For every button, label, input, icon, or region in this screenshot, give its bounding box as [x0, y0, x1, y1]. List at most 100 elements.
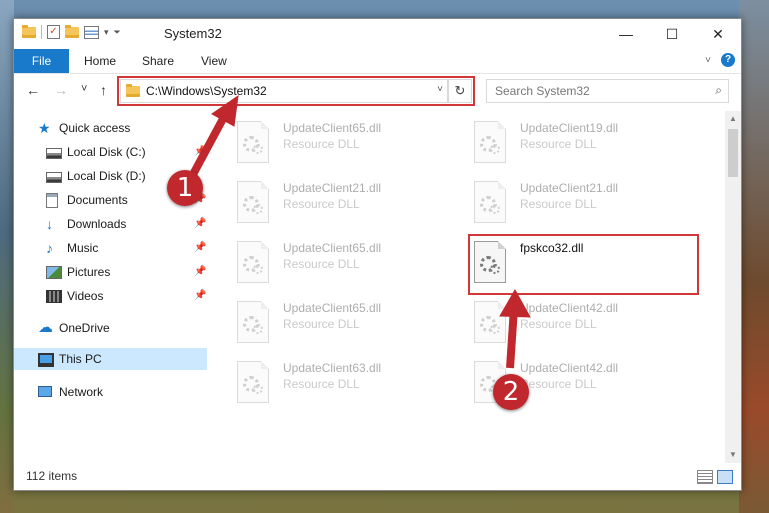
desktop-background-right — [739, 0, 769, 513]
file-name: UpdateClient63.dll — [283, 361, 382, 375]
sidebar-item-onedrive[interactable]: ☁ OneDrive — [14, 317, 207, 339]
step-1-badge: 1 — [167, 170, 203, 206]
videos-icon — [46, 290, 62, 303]
maximize-button[interactable]: ☐ — [649, 19, 695, 49]
dll-file-icon — [474, 301, 506, 343]
tab-file[interactable]: File — [14, 49, 69, 73]
pin-icon: 📌 — [194, 146, 207, 157]
file-type: Resource DLL — [283, 257, 360, 271]
file-item[interactable]: UpdateClient21.dll Resource DLL — [211, 177, 431, 227]
file-item[interactable]: UpdateClient42.dll Resource DLL — [448, 297, 668, 347]
dll-file-icon — [474, 241, 506, 283]
new-folder-icon[interactable] — [65, 24, 79, 38]
file-item[interactable]: UpdateClient42.dll Resource DLL — [448, 357, 668, 407]
sidebar-item-label: This PC — [59, 352, 102, 366]
minimize-button[interactable]: — — [603, 19, 649, 49]
sidebar-item-videos[interactable]: Videos 📌 — [14, 285, 207, 307]
details-view-icon[interactable] — [697, 470, 713, 484]
view-properties-icon[interactable] — [84, 25, 99, 39]
file-type: Resource DLL — [520, 377, 597, 391]
address-path[interactable]: C:\Windows\System32 — [146, 84, 267, 98]
file-item[interactable]: UpdateClient65.dll Resource DLL — [211, 237, 431, 287]
file-name: UpdateClient42.dll — [520, 301, 619, 315]
refresh-button[interactable]: ↻ — [448, 79, 472, 103]
scrollbar-thumb[interactable] — [728, 129, 738, 177]
file-item[interactable]: UpdateClient21.dll Resource DLL — [448, 177, 668, 227]
scroll-up-icon[interactable]: ▲ — [725, 111, 741, 127]
address-bar[interactable]: C:\Windows\System32 ˅ — [120, 79, 448, 103]
file-type: Resource DLL — [283, 137, 360, 151]
scroll-down-icon[interactable]: ▼ — [725, 447, 741, 463]
sidebar-item-label: Network — [59, 385, 104, 399]
close-button[interactable]: ✕ — [695, 19, 741, 49]
customize-toolbar-dropdown-icon[interactable]: ▾ — [104, 27, 109, 38]
pin-icon: 📌 — [194, 242, 207, 253]
sidebar-item-label: Pictures — [67, 265, 111, 279]
sidebar-item-label: Local Disk (C:) — [67, 145, 146, 159]
pictures-icon — [46, 266, 62, 279]
sidebar-item-quick-access[interactable]: ★ Quick access — [14, 117, 207, 139]
computer-icon — [38, 353, 54, 367]
search-box[interactable]: Search System32 ⌕ — [486, 79, 729, 103]
vertical-scrollbar[interactable]: ▲ ▼ — [725, 111, 741, 463]
up-button[interactable]: ↑ — [100, 82, 107, 98]
search-icon[interactable]: ⌕ — [715, 83, 722, 98]
file-name: UpdateClient19.dll — [520, 121, 619, 135]
file-type: Resource DLL — [520, 197, 597, 211]
help-icon[interactable]: ? — [721, 53, 735, 67]
sidebar-item-network[interactable]: Network — [14, 381, 207, 403]
file-item[interactable]: UpdateClient65.dll Resource DLL — [211, 117, 431, 167]
sidebar-item-label: Videos — [67, 289, 104, 303]
ribbon-tabs: File Home Share View ˅ ? — [14, 49, 741, 74]
forward-button[interactable]: → — [54, 82, 68, 98]
file-type: Resource DLL — [520, 137, 597, 151]
pin-icon: 📌 — [194, 218, 207, 229]
file-item[interactable]: UpdateClient19.dll Resource DLL — [448, 117, 668, 167]
dll-file-icon — [237, 301, 269, 343]
sidebar-item-downloads[interactable]: ↓ Downloads 📌 — [14, 213, 207, 235]
folder-icon — [22, 24, 36, 38]
sidebar-item-music[interactable]: ♪ Music 📌 — [14, 237, 207, 259]
back-button[interactable]: ← — [26, 82, 40, 98]
toolbar-separator — [41, 25, 42, 39]
disk-icon — [46, 172, 62, 183]
sidebar-item-pictures[interactable]: Pictures 📌 — [14, 261, 207, 283]
title-bar: ✓ ▾ ⏷ System32 — ☐ ✕ — [14, 19, 741, 49]
dll-file-icon — [474, 181, 506, 223]
file-item[interactable]: UpdateClient65.dll Resource DLL — [211, 297, 431, 347]
file-name: UpdateClient21.dll — [283, 181, 382, 195]
documents-icon — [46, 193, 58, 208]
music-icon: ♪ — [46, 240, 53, 256]
file-type: Resource DLL — [283, 317, 360, 331]
network-icon — [38, 386, 52, 397]
file-item-fpskco32[interactable]: fpskco32.dll — [448, 237, 668, 287]
file-type: Resource DLL — [283, 197, 360, 211]
tab-view[interactable]: View — [201, 49, 227, 73]
properties-check-icon[interactable]: ✓ — [47, 25, 60, 39]
folder-icon — [126, 84, 140, 97]
sidebar-item-label: Local Disk (D:) — [67, 169, 146, 183]
address-dropdown-icon[interactable]: ˅ — [437, 84, 443, 95]
item-count: 112 items — [26, 469, 78, 483]
dll-file-icon — [237, 241, 269, 283]
file-item[interactable]: UpdateClient63.dll Resource DLL — [211, 357, 431, 407]
file-type: Resource DLL — [283, 377, 360, 391]
chevron-down-icon[interactable]: ˅ — [705, 55, 711, 66]
large-icons-view-icon[interactable] — [717, 470, 733, 484]
qat-menu-icon[interactable]: ⏷ — [114, 27, 121, 38]
file-explorer-window: ✓ ▾ ⏷ System32 — ☐ ✕ File Home Share Vie… — [13, 18, 742, 491]
sidebar-item-local-disk-c[interactable]: Local Disk (C:) 📌 — [14, 141, 207, 163]
search-input[interactable]: Search System32 — [495, 84, 590, 98]
recent-locations-button[interactable]: ˅ — [81, 83, 87, 95]
ribbon-right-controls: ˅ ? — [705, 53, 735, 67]
tab-home[interactable]: Home — [84, 49, 116, 73]
file-type: Resource DLL — [520, 317, 597, 331]
sidebar-item-label: Music — [67, 241, 99, 255]
file-list: UpdateClient65.dll Resource DLL UpdateCl… — [211, 111, 726, 463]
tab-share[interactable]: Share — [142, 49, 174, 73]
sidebar-item-label: Downloads — [67, 217, 127, 231]
file-name: fpskco32.dll — [520, 241, 584, 255]
navigation-pane: ★ Quick access Local Disk (C:) 📌 Local D… — [14, 111, 211, 463]
sidebar-item-this-pc[interactable]: This PC — [14, 348, 207, 370]
view-toggle — [697, 470, 733, 484]
